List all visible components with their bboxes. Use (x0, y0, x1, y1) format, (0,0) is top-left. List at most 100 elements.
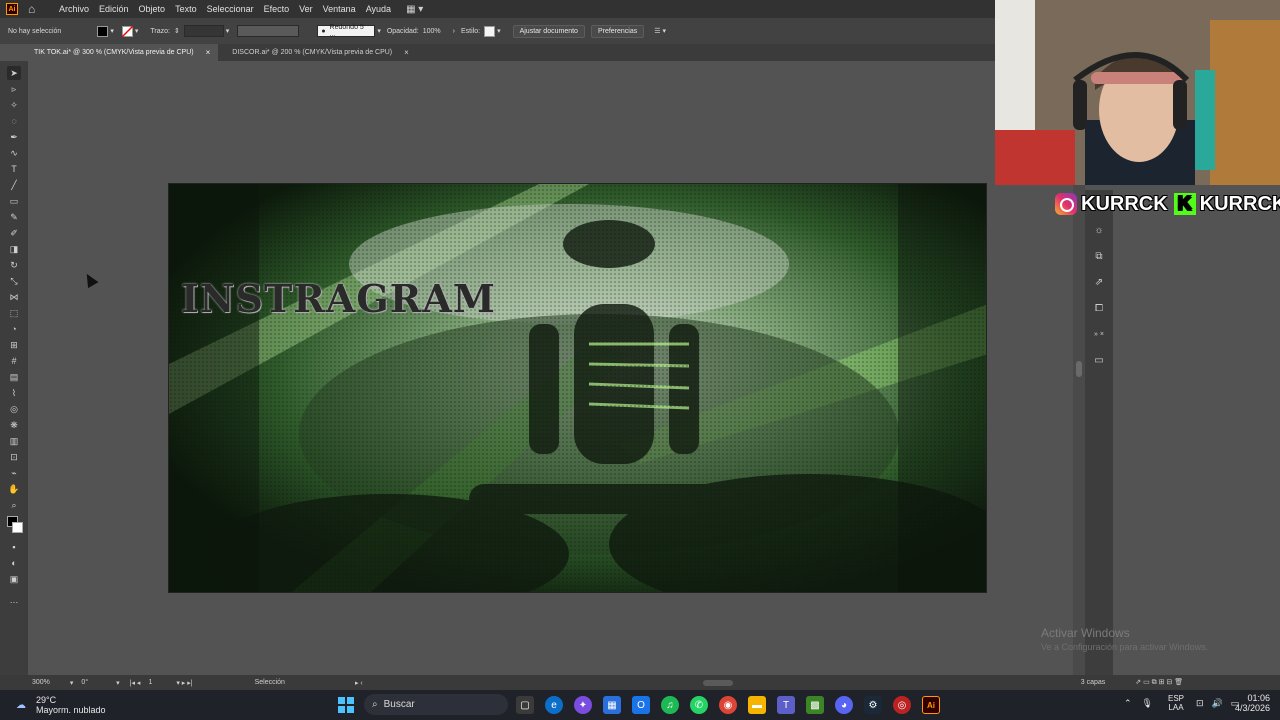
workspace-layout-icon[interactable]: ▦ ▾ (406, 4, 423, 15)
capture-app-icon[interactable]: ◎ (893, 696, 911, 714)
more-tools-icon[interactable]: … (7, 593, 21, 607)
zoom-value[interactable]: 300% (32, 679, 50, 686)
layer-actions-icon[interactable]: ⇗ ▭ ⧉ ⊞ ⊟ 🗑 (1135, 678, 1183, 687)
volume-icon[interactable]: 🔊 (1212, 698, 1223, 709)
blend-tool-icon[interactable]: ◎ (7, 402, 21, 416)
column-graph-tool-icon[interactable]: ▥ (7, 434, 21, 448)
eraser-tool-icon[interactable]: ◨ (7, 242, 21, 256)
style-swatch[interactable] (484, 25, 496, 37)
copilot-icon[interactable]: ✦ (574, 696, 592, 714)
minecraft-icon[interactable]: ▩ (806, 696, 824, 714)
home-icon[interactable]: ⌂ (28, 3, 40, 15)
type-tool-icon[interactable]: T (7, 162, 21, 176)
menu-ayuda[interactable]: Ayuda (361, 4, 396, 14)
tab-discor[interactable]: DISCOR.ai* @ 200 % (CMYK/Vista previa de… (218, 44, 417, 61)
scrollbar-thumb[interactable] (1076, 361, 1082, 377)
rotation-dropdown-icon[interactable]: ▾ (116, 679, 120, 687)
menu-texto[interactable]: Texto (170, 4, 202, 14)
eyedropper-tool-icon[interactable]: ⌇ (7, 386, 21, 400)
stroke-swatch[interactable] (121, 25, 133, 37)
lasso-tool-icon[interactable]: ◌ (7, 114, 21, 128)
horizontal-scrollbar[interactable] (702, 679, 733, 686)
selection-tool-icon[interactable]: ➤ (7, 66, 21, 80)
slice-tool-icon[interactable]: ⌁ (7, 466, 21, 480)
rotation-value[interactable]: 0° (81, 679, 88, 686)
export-panel-icon[interactable]: ⇗ (1093, 277, 1105, 289)
stroke-dropdown-icon[interactable]: ▾ (135, 27, 139, 35)
windows-start-icon[interactable] (337, 696, 355, 714)
draw-mode-icon[interactable]: ◐ (7, 556, 21, 570)
microphone-icon[interactable]: 🎙 (1142, 698, 1153, 709)
gradient-panel-icon[interactable]: ▭ (1093, 355, 1105, 367)
hand-tool-icon[interactable]: ✋ (7, 482, 21, 496)
spotify-icon[interactable]: ♫ (661, 696, 679, 714)
pathfinder-panel-icon[interactable]: ⧠ (1093, 303, 1105, 315)
network-icon[interactable]: ⊡ (1196, 698, 1204, 709)
edge-icon[interactable]: e (545, 696, 563, 714)
symbol-sprayer-tool-icon[interactable]: ❋ (7, 418, 21, 432)
discord-icon[interactable]: ◕ (835, 696, 853, 714)
zoom-dropdown-icon[interactable]: ▾ (70, 679, 74, 687)
rotate-tool-icon[interactable]: ↻ (7, 258, 21, 272)
menu-objeto[interactable]: Objeto (134, 4, 171, 14)
style-dropdown-icon[interactable]: ▾ (497, 27, 501, 35)
artboard-tool-icon[interactable]: ⊡ (7, 450, 21, 464)
task-view-icon[interactable]: ▢ (516, 696, 534, 714)
direct-selection-tool-icon[interactable]: ▹ (7, 82, 21, 96)
taskbar-search[interactable]: ⌕ Buscar (364, 694, 508, 715)
status-arrow-icon[interactable]: ▸ ‹ (355, 679, 363, 687)
close-icon[interactable]: × (206, 48, 211, 57)
shaper-tool-icon[interactable]: ✐ (7, 226, 21, 240)
next-artboard-icon[interactable]: ▾ ▸ ▸| (176, 679, 192, 687)
fill-swatch[interactable] (97, 25, 109, 37)
outlook-icon[interactable]: O (632, 696, 650, 714)
preferences-button[interactable]: Preferencias (590, 24, 645, 38)
magic-wand-tool-icon[interactable]: ✧ (7, 98, 21, 112)
rectangle-tool-icon[interactable]: ▭ (7, 194, 21, 208)
color-panel-icon[interactable]: ☼ (1093, 225, 1105, 237)
pen-tool-icon[interactable]: ✒ (7, 130, 21, 144)
steam-icon[interactable]: ⚙ (864, 696, 882, 714)
paintbrush-tool-icon[interactable]: ✎ (7, 210, 21, 224)
adjust-document-button[interactable]: Ajustar documento (512, 24, 585, 38)
store-icon[interactable]: ▦ (603, 696, 621, 714)
illustrator-logo-icon[interactable]: Ai (6, 3, 18, 15)
whatsapp-icon[interactable]: ✆ (690, 696, 708, 714)
gradient-tool-icon[interactable]: ▤ (7, 370, 21, 384)
close-icon[interactable]: × (404, 48, 409, 57)
stroke-stepper-icon[interactable]: ⇕ (174, 27, 180, 35)
artboard-number[interactable]: 1 (148, 679, 152, 686)
tray-overflow-icon[interactable]: ⌃ (1124, 698, 1132, 709)
teams-icon[interactable]: T (777, 696, 795, 714)
opacity-arrow-icon[interactable]: › (453, 28, 455, 35)
language-indicator[interactable]: ESP LAA (1168, 694, 1184, 712)
fill-dropdown-icon[interactable]: ▾ (110, 27, 114, 35)
arrange-icon[interactable]: ☰ ▾ (654, 27, 666, 35)
fill-stroke-icon[interactable] (7, 514, 23, 538)
weather-widget[interactable]: ☁ 29°C Mayorm. nublado (12, 695, 106, 715)
menu-seleccionar[interactable]: Seleccionar (202, 4, 259, 14)
tab-tiktok[interactable]: TIK TOK.ai* @ 300 % (CMYK/Vista previa d… (0, 44, 219, 61)
mesh-tool-icon[interactable]: # (7, 354, 21, 368)
menu-efecto[interactable]: Efecto (259, 4, 295, 14)
artboard-title-text[interactable]: INSTRAGRAM (181, 276, 496, 321)
file-explorer-icon[interactable]: ▬ (748, 696, 766, 714)
width-tool-icon[interactable]: ⋈ (7, 290, 21, 304)
menu-archivo[interactable]: Archivo (54, 4, 94, 14)
swatches-panel-icon[interactable]: ⧉ (1093, 251, 1105, 263)
variable-width-profile[interactable] (237, 25, 300, 37)
brush-dropdown-icon[interactable]: ▾ (377, 27, 381, 35)
panel-collapse-icon[interactable]: » × (1093, 329, 1105, 341)
chrome-icon[interactable]: ◉ (719, 696, 737, 714)
brush-field[interactable]: ● Redondo 5 ... (317, 24, 376, 38)
menu-edicion[interactable]: Edición (94, 4, 134, 14)
menu-ver[interactable]: Ver (294, 4, 318, 14)
perspective-grid-tool-icon[interactable]: ⊞ (7, 338, 21, 352)
scale-tool-icon[interactable]: ⤡ (7, 274, 21, 288)
illustrator-taskbar-icon[interactable]: Ai (922, 696, 940, 714)
line-tool-icon[interactable]: ╱ (7, 178, 21, 192)
free-transform-tool-icon[interactable]: ⬚ (7, 306, 21, 320)
zoom-tool-icon[interactable]: ⌕ (7, 498, 21, 512)
screen-mode-icon[interactable]: ▣ (7, 572, 21, 586)
prev-artboard-icon[interactable]: |◂ ◂ (130, 679, 141, 687)
